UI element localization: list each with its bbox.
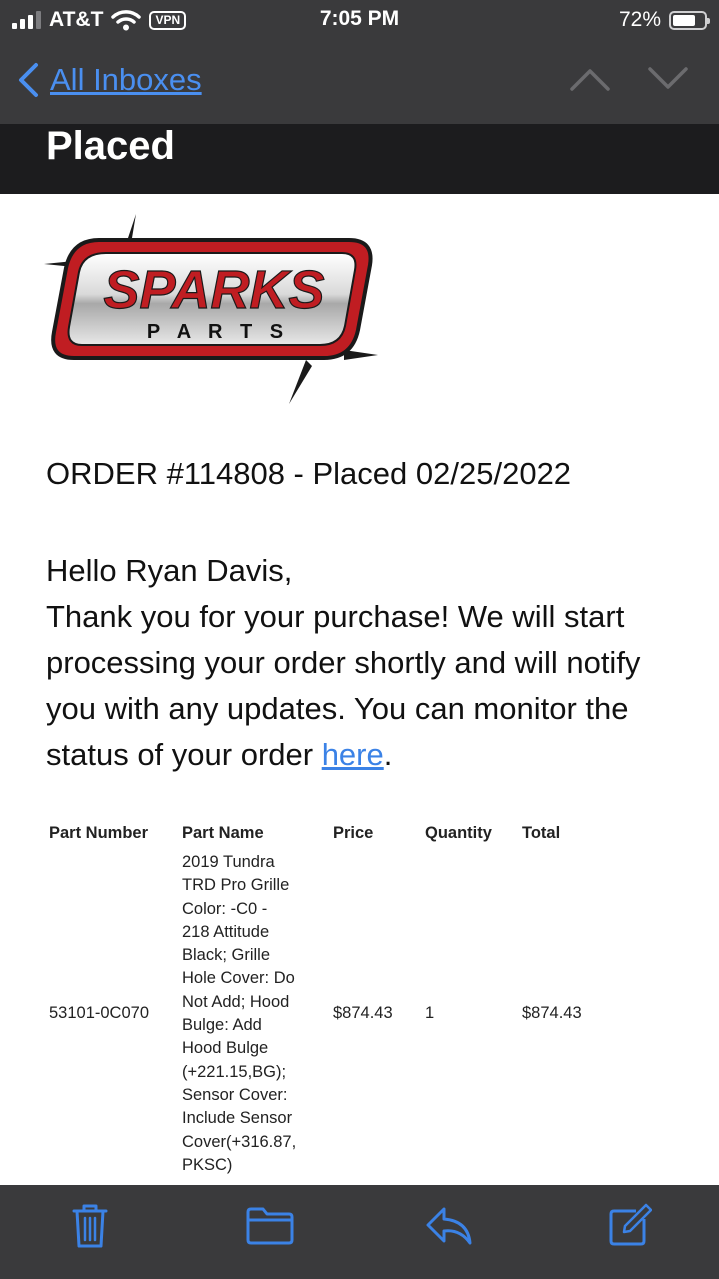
sparks-parts-logo: SPARKS P A R T S bbox=[44, 214, 378, 404]
move-to-folder-button[interactable] bbox=[240, 1196, 300, 1256]
nav-bar: All Inboxes bbox=[0, 44, 719, 124]
table-row: 53101-0C070 2019 Tundra TRD Pro Grille C… bbox=[44, 849, 637, 1179]
greeting: Hello Ryan Davis, bbox=[46, 553, 293, 588]
part-name-line: Hood Bulge bbox=[182, 1039, 269, 1058]
chevron-left-icon bbox=[19, 63, 38, 97]
header-price: Price bbox=[333, 824, 374, 842]
compose-button[interactable] bbox=[599, 1196, 659, 1256]
compose-icon bbox=[609, 1203, 653, 1246]
chevron-down-icon[interactable] bbox=[647, 66, 689, 92]
part-name-line: Black; Grille bbox=[182, 946, 271, 965]
logo-sub-brand: P A R T S bbox=[147, 321, 289, 343]
part-name-line: Color: -C0 - bbox=[182, 899, 268, 918]
email-body-text: Thank you for your purchase! We will sta… bbox=[46, 594, 686, 778]
cell-part-name: 2019 Tundra TRD Pro Grille Color: -C0 - … bbox=[177, 849, 328, 1179]
cell-quantity: 1 bbox=[425, 1004, 435, 1023]
bottom-toolbar bbox=[0, 1185, 719, 1279]
status-bar: AT&T VPN 7:05 PM 72% bbox=[0, 0, 719, 44]
cell-total: $874.43 bbox=[522, 1004, 582, 1023]
folder-icon bbox=[246, 1207, 294, 1245]
header-part-number: Part Number bbox=[49, 824, 149, 842]
battery-level bbox=[673, 14, 695, 26]
email-subject-bar: Placed bbox=[0, 124, 719, 194]
email-subject: Placed bbox=[46, 124, 175, 168]
logo-brand: SPARKS bbox=[103, 260, 324, 320]
part-name-line: TRD Pro Grille bbox=[182, 876, 290, 895]
part-name-line: Hole Cover: Do bbox=[182, 969, 295, 988]
trash-icon bbox=[72, 1204, 108, 1248]
cell-price: $874.43 bbox=[333, 1004, 393, 1023]
part-name-line: (+221.15,BG); bbox=[182, 1062, 287, 1081]
order-title: ORDER #114808 - Placed 02/25/2022 bbox=[46, 456, 572, 491]
battery-percent: 72% bbox=[618, 8, 661, 31]
part-name-line: Bulge: Add bbox=[182, 1016, 262, 1035]
status-time: 7:05 PM bbox=[319, 7, 400, 30]
order-status-link[interactable]: here bbox=[322, 737, 384, 772]
header-part-name: Part Name bbox=[182, 824, 264, 842]
part-name-line: Not Add; Hood bbox=[182, 992, 290, 1011]
table-header-row: Part Number Part Name Price Quantity Tot… bbox=[44, 820, 637, 849]
part-name-line: PKSC) bbox=[182, 1155, 233, 1174]
message-navigation bbox=[569, 66, 689, 92]
battery-icon bbox=[669, 10, 710, 30]
part-name-line: 218 Attitude bbox=[182, 922, 270, 941]
cell-part-number: 53101-0C070 bbox=[49, 1004, 149, 1023]
back-button-label: All Inboxes bbox=[50, 62, 202, 97]
back-button[interactable]: All Inboxes bbox=[16, 62, 202, 98]
reply-icon bbox=[426, 1207, 472, 1245]
header-total: Total bbox=[522, 824, 561, 842]
part-name-line: Include Sensor bbox=[182, 1109, 293, 1128]
status-right: 72% bbox=[618, 6, 710, 34]
trash-button[interactable] bbox=[60, 1196, 120, 1256]
chevron-up-icon[interactable] bbox=[569, 66, 611, 92]
part-name-line: Cover(+316.87, bbox=[182, 1132, 297, 1151]
part-name-line: Sensor Cover: bbox=[182, 1085, 288, 1104]
part-name-line: 2019 Tundra bbox=[182, 853, 275, 871]
header-quantity: Quantity bbox=[425, 824, 492, 842]
body-text-suffix: . bbox=[383, 737, 393, 772]
reply-button[interactable] bbox=[419, 1196, 479, 1256]
order-items-table: Part Number Part Name Price Quantity Tot… bbox=[44, 820, 637, 1179]
